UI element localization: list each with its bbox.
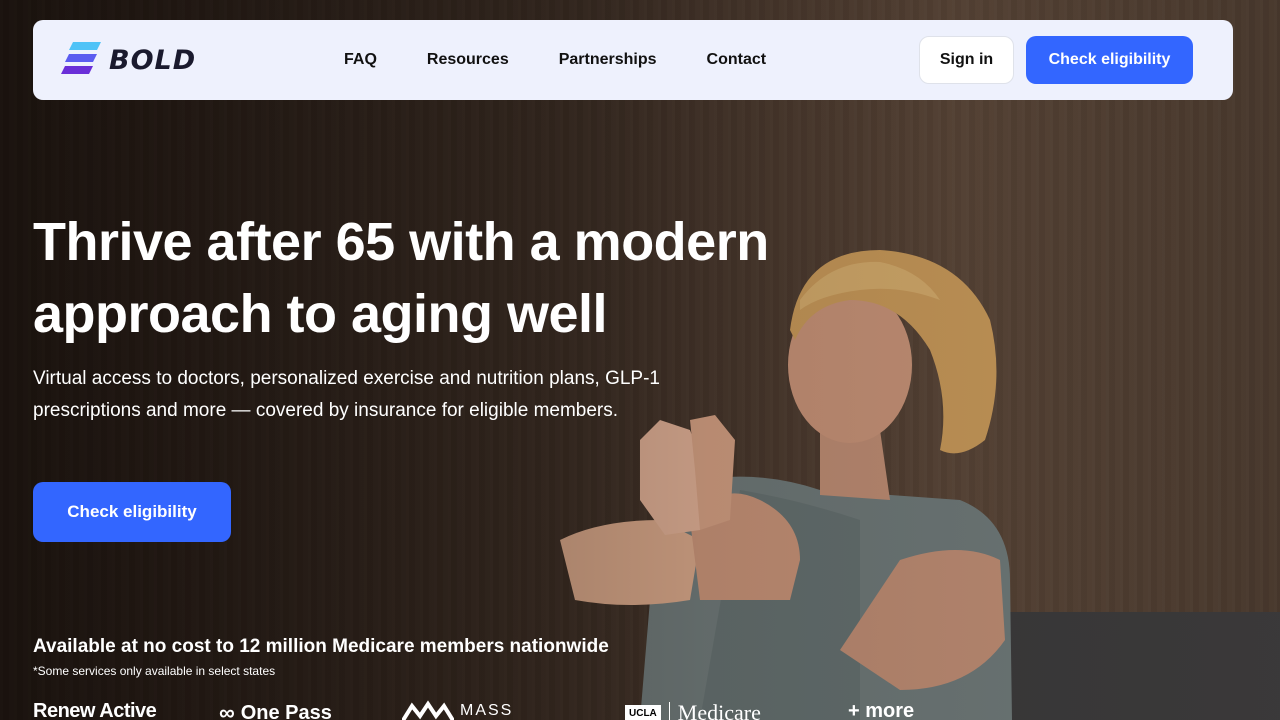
- nav-link-resources[interactable]: Resources: [427, 51, 509, 69]
- availability-footnote: *Some services only available in select …: [33, 664, 276, 678]
- one-pass-label: One Pass: [240, 701, 332, 720]
- ucla-badge: UCLA: [625, 704, 661, 720]
- top-navbar: BOLD FAQ Resources Partnerships Contact …: [33, 20, 1233, 100]
- nav-link-faq[interactable]: FAQ: [344, 51, 377, 69]
- nav-check-eligibility-button[interactable]: Check eligibility: [1026, 36, 1193, 84]
- hero-headline: Thrive after 65 with a modern approach t…: [33, 212, 769, 344]
- nav-links: FAQ Resources Partnerships Contact: [344, 20, 816, 100]
- partner-logos: Renew Active ∞ One Pass MASS UCLA Medica…: [33, 700, 1273, 720]
- ucla-medicare-label: Medicare: [677, 700, 761, 720]
- hero-check-eligibility-button[interactable]: Check eligibility: [33, 482, 231, 542]
- availability-text: Available at no cost to 12 million Medic…: [33, 636, 609, 657]
- hero-overlay: [0, 0, 1280, 720]
- partner-one-pass-logo: ∞ One Pass: [219, 700, 332, 720]
- bold-logo-icon: [61, 42, 101, 74]
- partner-mass-logo: MASS: [402, 700, 513, 720]
- hero-subhead: Virtual access to doctors, personalized …: [33, 368, 660, 421]
- nav-link-partnerships[interactable]: Partnerships: [559, 51, 657, 69]
- hero-background: [0, 0, 1280, 720]
- brand-name: BOLD: [109, 44, 197, 76]
- mass-label: MASS: [460, 702, 514, 719]
- ucla-divider: [668, 702, 670, 720]
- one-pass-icon: ∞: [219, 700, 235, 720]
- partner-renew-active-logo: Renew Active: [33, 700, 157, 720]
- brand-logo[interactable]: BOLD: [61, 40, 196, 80]
- mass-mountain-icon: [402, 700, 454, 720]
- nav-link-contact[interactable]: Contact: [707, 51, 767, 69]
- partner-more-label: + more: [848, 700, 915, 720]
- sign-in-button[interactable]: Sign in: [919, 36, 1014, 84]
- partner-ucla-medicare-logo: UCLA Medicare: [625, 700, 761, 720]
